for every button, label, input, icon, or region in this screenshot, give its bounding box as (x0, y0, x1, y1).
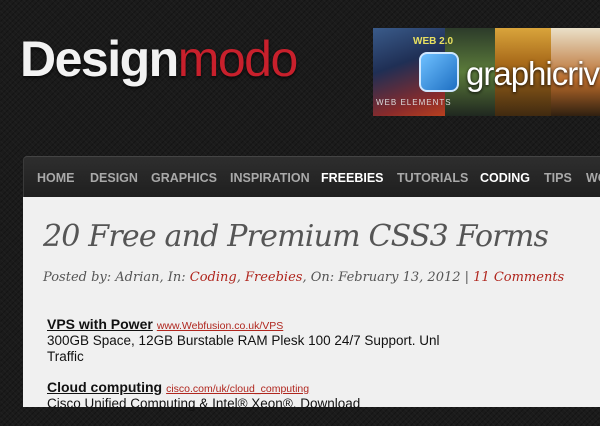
text-ads: VPS with Power www.Webfusion.co.uk/VPS 30… (47, 316, 467, 426)
ad-url-link[interactable]: www.Webfusion.co.uk/VPS (157, 320, 283, 332)
ad-unit: VPS with Power www.Webfusion.co.uk/VPS 30… (47, 316, 467, 365)
content-area: 20 Free and Premium CSS3 Forms Posted by… (23, 197, 600, 411)
comments-link[interactable]: 11 Comments (473, 270, 564, 285)
banner-strip-label: WEB ELEMENTS (376, 98, 452, 107)
ad-headline-link[interactable]: Cloud computing (47, 379, 162, 395)
meta-date: , On: February 13, 2012 | (302, 270, 474, 285)
banner-brand-text: graphicriv (466, 55, 600, 92)
nav-item-home[interactable]: HOME (37, 171, 75, 185)
ad-description: Cisco Unified Computing & Intel® Xeon®. … (47, 396, 361, 411)
category-link-freebies[interactable]: Freebies (245, 270, 302, 285)
ad-headline-link[interactable]: VPS with Power (47, 316, 153, 332)
nav-item-freebies[interactable]: FREEBIES (321, 171, 384, 203)
category-link-coding[interactable]: Coding (190, 270, 237, 285)
meta-separator: , (236, 270, 245, 285)
nav-item-inspiration[interactable]: INSPIRATION (230, 171, 310, 185)
fish-logo-icon (419, 52, 459, 92)
banner-ad[interactable]: WEB 2.0 WEB ELEMENTS graphicriv (373, 28, 600, 116)
nav-item-coding[interactable]: CODING (480, 171, 530, 203)
logo-design-text: Design (20, 31, 179, 87)
article-title[interactable]: 20 Free and Premium CSS3 Forms (43, 219, 549, 254)
main-nav: HOME DESIGN GRAPHICS INSPIRATION FREEBIE… (23, 156, 600, 203)
ad-url-link[interactable]: cisco.com/uk/cloud_computing (166, 383, 309, 395)
banner-small-label: WEB 2.0 (413, 36, 454, 47)
ad-unit: Cloud computing cisco.com/uk/cloud_comput… (47, 379, 467, 412)
nav-item-tips[interactable]: TIPS (544, 171, 572, 185)
ad-description: 300GB Space, 12GB Burstable RAM Plesk 10… (47, 333, 440, 364)
nav-item-design[interactable]: DESIGN (90, 171, 138, 185)
nav-item-tutorials[interactable]: TUTORIALS (397, 171, 468, 185)
nav-item-more[interactable]: WO (586, 171, 600, 185)
logo-modo-text: modo (177, 31, 299, 87)
meta-posted-by: Posted by: Adrian, In: (43, 270, 190, 285)
site-logo[interactable]: Designmodo (20, 31, 299, 87)
nav-item-graphics[interactable]: GRAPHICS (151, 171, 217, 185)
article-meta: Posted by: Adrian, In: Coding, Freebies,… (43, 270, 564, 285)
